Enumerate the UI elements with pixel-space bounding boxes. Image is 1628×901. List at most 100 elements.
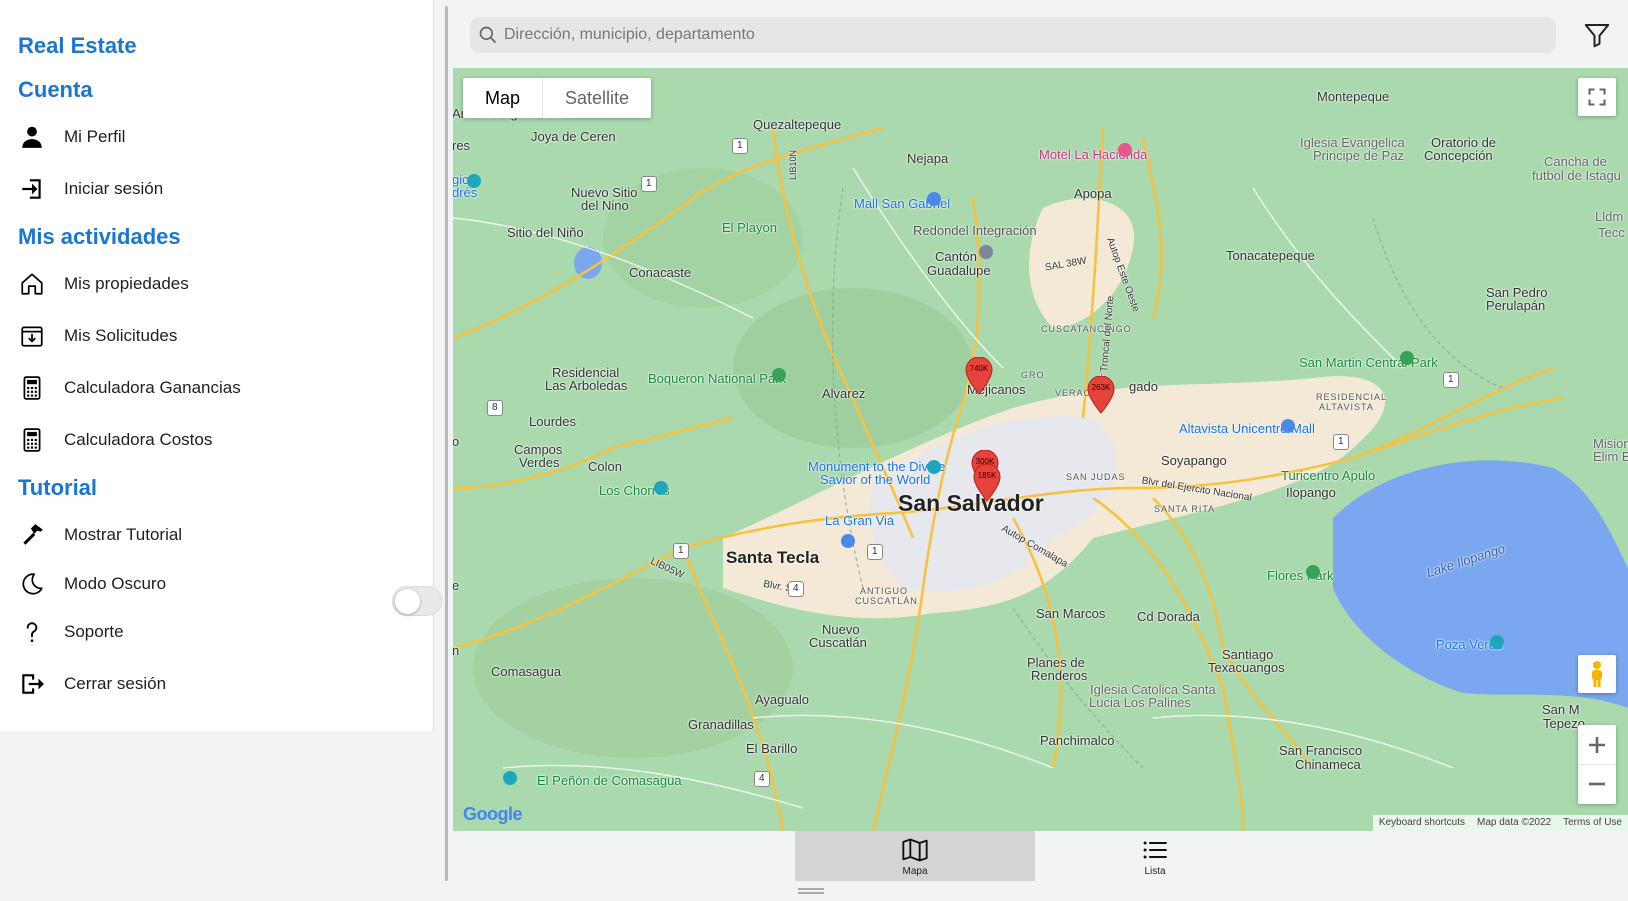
map-label: Texacuangos [1208,660,1285,675]
map-label: Redondel Integración [913,223,1037,238]
map-label: Sitio del Niño [507,225,584,240]
app-title: Real Estate [18,33,137,58]
shopping-poi-icon[interactable] [1281,419,1295,433]
landmark-poi-icon[interactable] [979,245,993,259]
route-shield: 8 [487,400,503,416]
map-label: Nejapa [907,151,949,166]
route-shield: 1 [732,138,748,154]
filter-button[interactable] [1582,20,1612,50]
route-shield: 4 [788,581,804,597]
menu-item-mis-solicitudes[interactable]: Mis Solicitudes [0,313,444,359]
moon-icon [0,571,64,597]
calculator-icon [0,427,64,453]
menu-item-label: Mis propiedades [64,274,189,293]
map-label: Las Arboledas [545,378,628,393]
home-icon [0,271,64,297]
map-label: San Marcos [1036,606,1106,621]
marker-price: 185K [977,471,997,480]
zoom-out-button[interactable] [1578,765,1616,804]
park-poi-icon[interactable] [1306,565,1320,579]
map-data-text: Map data ©2022 [1477,817,1552,828]
map-label: San Martin Central Park [1299,355,1438,370]
map-label: GRO [1021,370,1045,380]
tourist-poi-icon[interactable] [1490,635,1504,649]
menu-item-modo-oscuro[interactable]: Modo Oscuro [0,561,380,607]
map-label: CUSCATANCINGO [1041,324,1132,334]
shopping-poi-icon[interactable] [841,534,855,548]
monument-poi-icon[interactable] [927,460,941,474]
search-bar[interactable] [470,17,1556,53]
menu-item-iniciar-sesion[interactable]: Iniciar sesión [0,166,444,212]
menu-item-mostrar-tutorial[interactable]: Mostrar Tutorial [0,512,444,558]
menu-item-mis-propiedades[interactable]: Mis propiedades [0,261,444,307]
marker-price: 263K [1091,383,1111,392]
map-label: Principe de Paz [1313,148,1405,163]
map-pin-icon [965,356,993,395]
google-logo: Google [463,804,523,825]
map-label: Colon [588,459,622,474]
map-label: La Gran Via [825,513,895,528]
menu-item-mi-perfil[interactable]: Mi Perfil [0,114,444,160]
street-view-pegman[interactable] [1578,655,1616,693]
map-label: Cancha de [1544,154,1607,169]
map-label: San M [1542,702,1580,717]
map-label: del Nino [581,198,629,213]
map-type-satellite-button[interactable]: Satellite [542,78,651,118]
section-mis-actividades: Mis actividades [18,224,181,249]
shopping-poi-icon[interactable] [927,192,941,206]
map-label: Elim Bu [1593,449,1628,464]
fullscreen-button[interactable] [1578,78,1616,116]
map-label-city: San Salvador [898,490,1044,516]
map-label: Tonacatepeque [1226,248,1315,263]
property-marker[interactable]: 185K [973,463,1001,502]
sidebar: Real Estate Cuenta Mi Perfil Iniciar ses… [0,0,442,731]
bottom-tab-bar: Mapa Lista [453,831,1628,881]
tourist-poi-icon[interactable] [467,174,481,188]
menu-item-soporte[interactable]: Soporte [0,609,444,655]
property-marker[interactable]: 263K [1087,375,1115,414]
terms-link[interactable]: Terms of Use [1557,815,1628,831]
tourist-poi-icon[interactable] [654,481,668,495]
menu-item-label: Mis Solicitudes [64,326,178,345]
map-label: Guadalupe [927,263,991,278]
map-label: ALTAVISTA [1319,402,1374,412]
menu-item-calculadora-ganancias[interactable]: Calculadora Ganancias [0,365,444,411]
tourist-poi-icon[interactable] [503,771,517,785]
map-label-city: Santa Tecla [726,548,820,567]
search-icon [479,26,497,44]
map-label: n [453,643,460,658]
map-label: El Peñón de Comasagua [537,773,682,788]
list-icon [1143,840,1167,859]
hotel-poi-icon[interactable] [1118,143,1132,157]
zoom-in-button[interactable] [1578,726,1616,765]
filter-icon [1584,24,1610,48]
map-type-map-button[interactable]: Map [463,78,542,118]
park-poi-icon[interactable] [772,368,786,382]
keyboard-shortcuts-link[interactable]: Keyboard shortcuts [1373,815,1471,831]
zoom-control [1578,725,1616,804]
map-view[interactable]: Archaeological Site Joya de Ceren res Qu… [453,68,1628,831]
search-input[interactable] [504,26,1504,44]
map-pin-icon [1087,375,1115,414]
menu-item-cerrar-sesion[interactable]: Cerrar sesión [0,661,444,707]
property-marker[interactable]: 740K [965,356,993,395]
route-shield: 1 [1443,372,1459,388]
menu-item-label: Mostrar Tutorial [64,525,183,544]
map-label: drés [453,185,478,200]
marker-price: 740K [969,364,989,373]
drag-handle[interactable] [798,888,824,894]
map-attribution: Keyboard shortcuts Map data ©2022 Terms … [1372,815,1628,831]
map-label: SAN JUDAS [1066,472,1126,482]
inbox-download-icon [0,323,64,349]
map-label: Conacaste [629,265,692,280]
tab-mapa[interactable]: Mapa [795,831,1035,881]
map-label: Cuscatlán [809,635,867,650]
map-base [453,68,1628,831]
map-label: Ilopango [1286,485,1336,500]
tab-lista[interactable]: Lista [1035,831,1275,881]
menu-item-label: Mi Perfil [64,127,126,146]
park-poi-icon[interactable] [1400,351,1414,365]
split-divider[interactable] [445,6,448,881]
menu-item-calculadora-costos[interactable]: Calculadora Costos [0,417,444,463]
map-label: Concepción [1424,148,1493,163]
